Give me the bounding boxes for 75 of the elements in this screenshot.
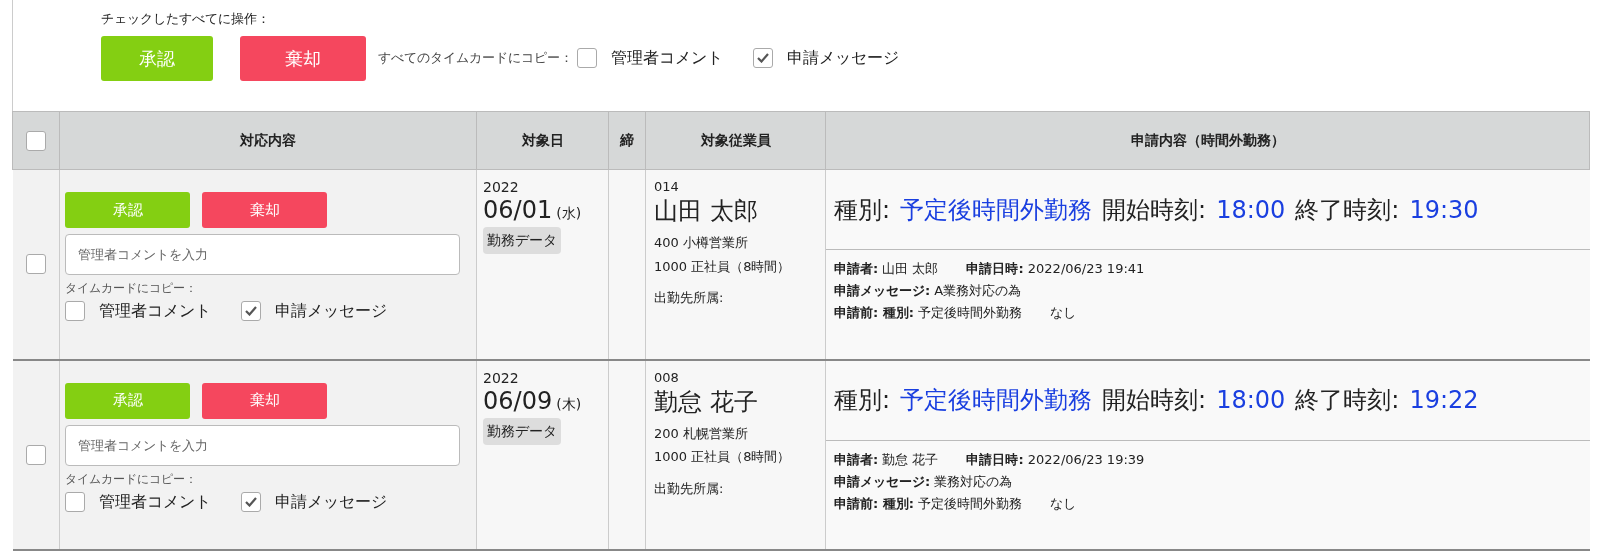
department-text: 400 小樽営業所 <box>654 234 749 252</box>
employee-code: 008 <box>654 369 680 386</box>
checkbox[interactable] <box>753 48 773 68</box>
comment-field[interactable]: 管理者コメントを入力 <box>65 424 460 466</box>
checkmark-icon <box>245 306 257 316</box>
checkbox[interactable] <box>25 254 46 275</box>
field-label: 種別: <box>834 385 891 416</box>
location-label: 出勤先所属: <box>654 479 725 498</box>
detail-text: 申請メッセージ: A業務対応の為 <box>834 282 1022 300</box>
checkbox-label: 申請メッセージ <box>787 47 899 69</box>
field-value: 19:30 <box>1409 194 1479 226</box>
checkbox-label: 管理者コメント <box>99 300 211 322</box>
field-value: 18:00 <box>1216 194 1286 226</box>
checkbox[interactable] <box>65 301 85 321</box>
field-value: 19:22 <box>1409 385 1479 416</box>
checkmark-icon <box>757 53 769 63</box>
detail-text: 申請者: 山田 太郎 <box>834 260 939 278</box>
field-label: 終了時刻: <box>1295 385 1400 416</box>
weekday-text: (水) <box>556 204 582 223</box>
checkbox[interactable] <box>241 491 261 512</box>
detail-text: 申請メッセージ: 業務対応の為 <box>834 472 1013 491</box>
field-value: 18:00 <box>1216 385 1286 416</box>
detail-text: 申請前: 種別: 予定後時間外勤務 <box>834 494 1023 513</box>
detail-text: 申請前: 種別: 予定後時間外勤務 <box>834 304 1023 322</box>
employment-type-text: 1000 正社員（8時間） <box>654 257 792 276</box>
location-label: 出勤先所属: <box>654 289 725 307</box>
approve-button[interactable]: 承認 <box>101 35 213 81</box>
checkbox[interactable] <box>25 444 46 465</box>
work-data-badge[interactable]: 勤務データ <box>483 417 561 445</box>
date-text: 06/01 <box>483 195 553 225</box>
field-label: 終了時刻: <box>1295 194 1400 226</box>
employment-type-text: 1000 正社員（8時間） <box>654 448 792 466</box>
checkbox[interactable] <box>65 491 85 512</box>
detail-text: なし <box>1050 304 1077 322</box>
column-header: 対象従業員 <box>645 111 826 170</box>
field-value: 予定後時間外勤務 <box>900 385 1093 416</box>
copy-label: タイムカードにコピー： <box>65 280 198 297</box>
checkbox-label: 管理者コメント <box>611 47 723 69</box>
checkbox[interactable] <box>241 301 261 321</box>
checkbox-label: 管理者コメント <box>99 490 211 513</box>
checkbox[interactable] <box>26 130 46 151</box>
copy-label: タイムカードにコピー： <box>65 470 198 488</box>
copy-label: すべてのタイムカードにコピー： <box>378 49 573 68</box>
field-label: 種別: <box>834 194 891 226</box>
date-text: 06/09 <box>483 385 553 416</box>
detail-text: 申請日時: 2022/06/23 19:39 <box>966 450 1145 469</box>
column-header: 対象日 <box>476 111 609 170</box>
column-header: 対応内容 <box>59 111 477 170</box>
employee-name: 山田 太郎 <box>654 196 759 227</box>
checkbox-label: 申請メッセージ <box>275 490 387 513</box>
approve-button[interactable]: 承認 <box>65 382 190 419</box>
year-text: 2022 <box>483 369 520 386</box>
field-label: 開始時刻: <box>1102 385 1207 416</box>
column-header: 締 <box>608 111 646 170</box>
reject-button[interactable]: 棄却 <box>202 192 327 228</box>
department-text: 200 札幌営業所 <box>654 424 749 443</box>
checkbox-label: 申請メッセージ <box>275 300 387 322</box>
comment-field[interactable]: 管理者コメントを入力 <box>65 234 460 275</box>
detail-text: 申請者: 勤怠 花子 <box>834 450 939 469</box>
checkbox[interactable] <box>577 48 597 68</box>
employee-code: 014 <box>654 179 680 195</box>
detail-text: 申請日時: 2022/06/23 19:41 <box>966 260 1145 278</box>
field-value: 予定後時間外勤務 <box>900 194 1093 226</box>
detail-text: なし <box>1050 494 1077 513</box>
reject-button[interactable]: 棄却 <box>240 35 366 81</box>
field-label: 開始時刻: <box>1102 194 1207 226</box>
employee-name: 勤怠 花子 <box>654 386 759 418</box>
checkmark-icon <box>245 496 257 507</box>
reject-button[interactable]: 棄却 <box>202 382 327 419</box>
approve-button[interactable]: 承認 <box>65 192 190 228</box>
bulk-label: チェックしたすべてに操作： <box>101 10 271 28</box>
work-data-badge[interactable]: 勤務データ <box>483 227 561 254</box>
year-text: 2022 <box>483 179 520 195</box>
column-header: 申請内容（時間外勤務） <box>825 111 1590 170</box>
weekday-text: (木) <box>556 394 582 414</box>
